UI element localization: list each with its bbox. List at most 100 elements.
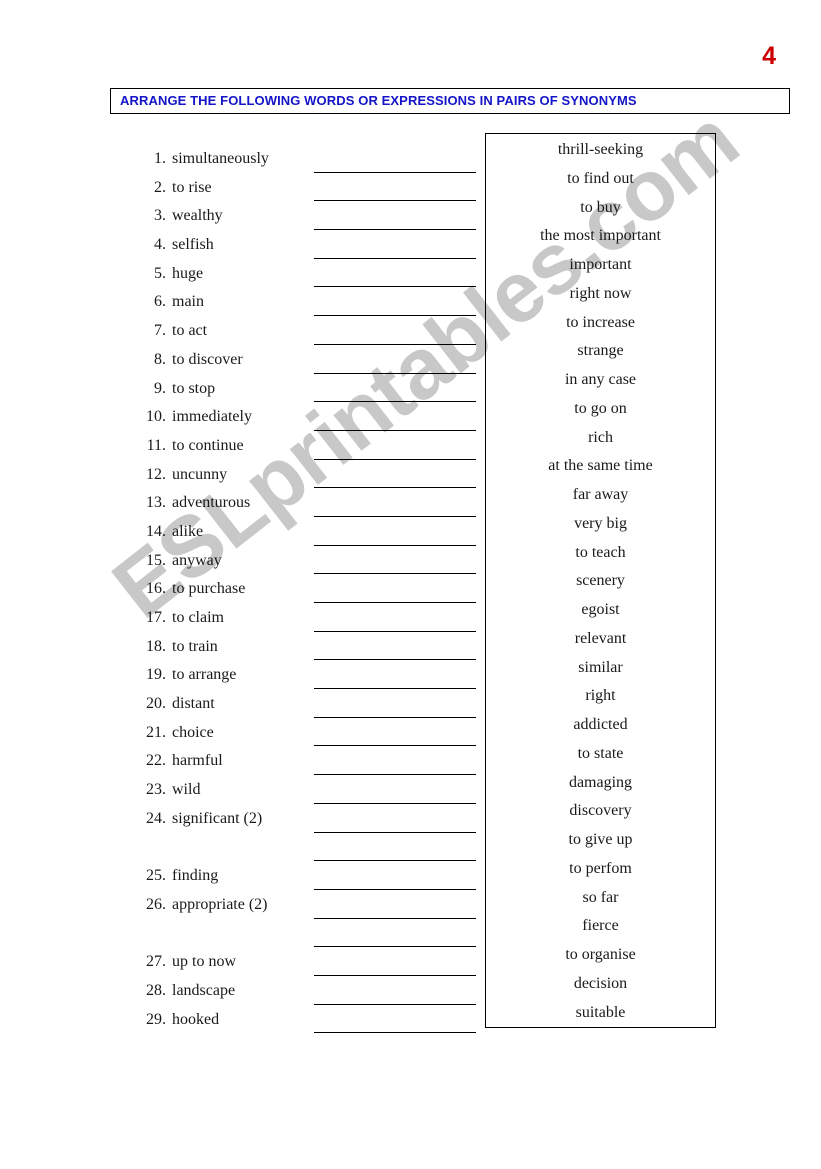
answer-line-slot[interactable] xyxy=(314,494,476,523)
answer-line[interactable] xyxy=(314,343,476,345)
answer-line[interactable] xyxy=(314,487,476,489)
word-list-item: 19. to arrange xyxy=(140,666,320,695)
word-list-spacer xyxy=(140,839,320,868)
word-list-item-label: uncunny xyxy=(172,465,228,483)
word-list-item: 4. selfish xyxy=(140,236,320,265)
answer-line[interactable] xyxy=(314,429,476,431)
answer-line[interactable] xyxy=(314,860,476,862)
worksheet-title-bar: ARRANGE THE FOLLOWING WORDS OR EXPRESSIO… xyxy=(110,88,790,114)
answer-line-slot[interactable] xyxy=(314,265,476,294)
answer-line[interactable] xyxy=(314,515,476,517)
answer-line[interactable] xyxy=(314,917,476,919)
word-list-item: 14. alike xyxy=(140,523,320,552)
answer-line[interactable] xyxy=(314,200,476,202)
answer-line[interactable] xyxy=(314,544,476,546)
answer-line[interactable] xyxy=(314,831,476,833)
answer-line[interactable] xyxy=(314,602,476,603)
word-bank-item: the most important xyxy=(540,227,661,245)
word-bank-item: rich xyxy=(588,428,613,446)
word-list-item-label: to discover xyxy=(172,350,243,368)
worksheet-page: ESLprintables.com 4 ARRANGE THE FOLLOWIN… xyxy=(0,0,821,1169)
answer-line-slot[interactable] xyxy=(314,236,476,265)
word-bank-item: to perfom xyxy=(569,859,632,877)
answer-line-slot[interactable] xyxy=(314,466,476,495)
answer-line-slot[interactable] xyxy=(314,953,476,982)
answer-line-slot[interactable] xyxy=(314,150,476,179)
word-list-item-label: wild xyxy=(172,781,201,799)
answer-line[interactable] xyxy=(314,229,476,231)
answer-line-slot[interactable] xyxy=(314,207,476,236)
answer-line-slot[interactable] xyxy=(314,580,476,609)
word-list-item-number: 29. xyxy=(146,1010,166,1028)
word-bank-item: addicted xyxy=(573,716,628,733)
word-list-item-number: 24. xyxy=(146,809,166,827)
word-bank-item: damaging xyxy=(568,773,633,791)
word-list-item: 23. wild xyxy=(140,781,320,810)
answer-line[interactable] xyxy=(314,716,476,718)
word-list-item-number: 17. xyxy=(146,609,166,626)
answer-line-slot[interactable] xyxy=(314,867,476,896)
answer-line-slot[interactable] xyxy=(314,666,476,695)
answer-line[interactable] xyxy=(314,1032,476,1034)
word-list-item: 9. to stop xyxy=(140,380,320,409)
answer-line-slot[interactable] xyxy=(314,523,476,552)
word-bank-box: thrill-seeking to find out to buy the most … xyxy=(485,133,716,1028)
answer-line[interactable] xyxy=(314,257,476,259)
answer-line[interactable] xyxy=(314,286,476,288)
worksheet-title: ARRANGE THE FOLLOWING WORDS OR EXPRESSIO… xyxy=(120,93,637,108)
answer-line[interactable] xyxy=(314,458,476,460)
word-list-item-number: 14. xyxy=(146,522,166,540)
answer-line[interactable] xyxy=(314,974,476,976)
answer-line-slot[interactable] xyxy=(314,810,476,839)
answer-line-slot[interactable] xyxy=(314,437,476,466)
answer-line[interactable] xyxy=(314,630,476,632)
answer-line-slot[interactable] xyxy=(314,293,476,322)
word-list-item: 18. to train xyxy=(140,638,320,667)
answer-line-slot[interactable] xyxy=(314,322,476,351)
answer-line-slot[interactable] xyxy=(314,380,476,409)
answer-line[interactable] xyxy=(314,888,476,890)
answer-line[interactable] xyxy=(314,659,476,661)
word-list-item: 6. main xyxy=(140,293,320,322)
answer-line[interactable] xyxy=(314,171,476,173)
word-bank-item: strange xyxy=(577,342,624,360)
answer-line[interactable] xyxy=(314,401,476,403)
answer-line[interactable] xyxy=(314,688,476,690)
answer-line-slot[interactable] xyxy=(314,552,476,581)
word-list-item-label: immediately xyxy=(172,408,252,426)
word-list-item-number: 8. xyxy=(154,350,166,368)
word-list-item-number: 3. xyxy=(154,207,166,225)
word-list-item-number: 20. xyxy=(146,695,166,713)
answer-line-slot[interactable] xyxy=(314,724,476,753)
answer-line-slot[interactable] xyxy=(314,609,476,638)
word-list-item: 25. finding xyxy=(140,867,320,896)
word-list-item-number: 22. xyxy=(146,752,166,770)
word-list-item: 16. to purchase xyxy=(140,580,320,609)
word-list-item-number: 5. xyxy=(154,264,166,282)
answer-line-slot[interactable] xyxy=(314,1011,476,1040)
word-list-item-number: 12. xyxy=(146,465,166,483)
answer-line[interactable] xyxy=(314,946,476,948)
answer-line[interactable] xyxy=(314,1003,476,1005)
answer-line[interactable] xyxy=(314,573,476,575)
answer-line[interactable] xyxy=(314,774,476,776)
answer-line-slot[interactable] xyxy=(314,781,476,810)
word-list: 1. simultaneously 2. to rise 3. wealthy 4. self… xyxy=(140,150,320,1039)
word-list-item: 22. harmful xyxy=(140,752,320,781)
answer-line-slot[interactable] xyxy=(314,925,476,954)
answer-line[interactable] xyxy=(314,745,476,747)
answer-line-slot[interactable] xyxy=(314,896,476,925)
answer-line-slot[interactable] xyxy=(314,839,476,868)
word-list-item-number: 15. xyxy=(146,551,166,569)
answer-line-slot[interactable] xyxy=(314,638,476,667)
answer-line-slot[interactable] xyxy=(314,752,476,781)
answer-line[interactable] xyxy=(314,802,476,804)
answer-line-slot[interactable] xyxy=(314,695,476,724)
answer-line[interactable] xyxy=(314,372,476,374)
answer-line[interactable] xyxy=(314,315,476,317)
answer-line-slot[interactable] xyxy=(314,179,476,208)
page-number: 4 xyxy=(762,42,776,70)
answer-line-slot[interactable] xyxy=(314,982,476,1011)
answer-line-slot[interactable] xyxy=(314,351,476,380)
answer-line-slot[interactable] xyxy=(314,408,476,437)
